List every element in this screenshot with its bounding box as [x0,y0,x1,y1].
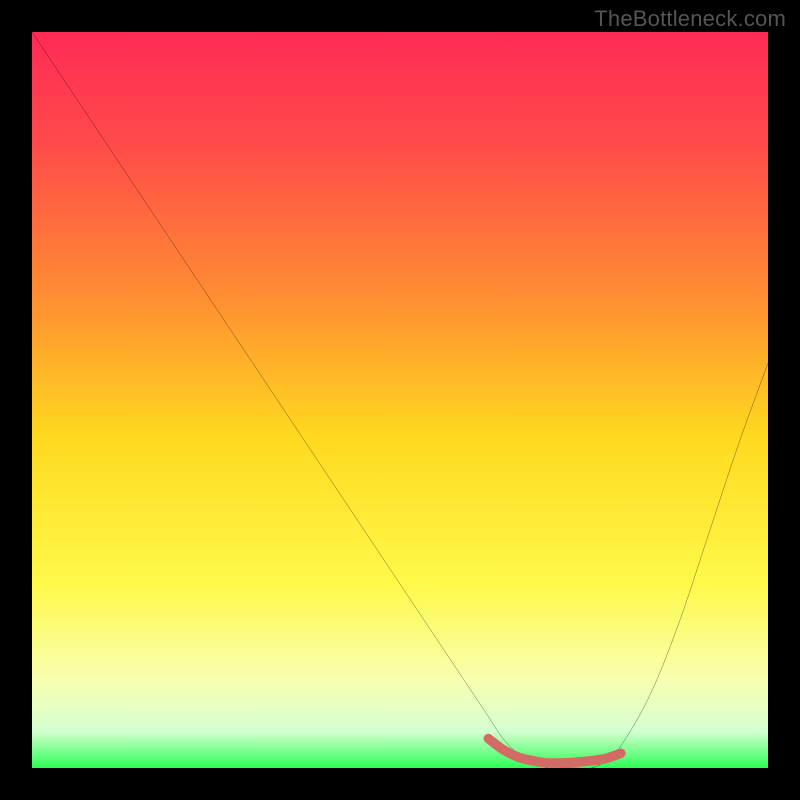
watermark-text: TheBottleneck.com [594,6,786,32]
chart-background [32,32,768,768]
gradient-rect [32,32,768,768]
chart-container: TheBottleneck.com [0,0,800,800]
